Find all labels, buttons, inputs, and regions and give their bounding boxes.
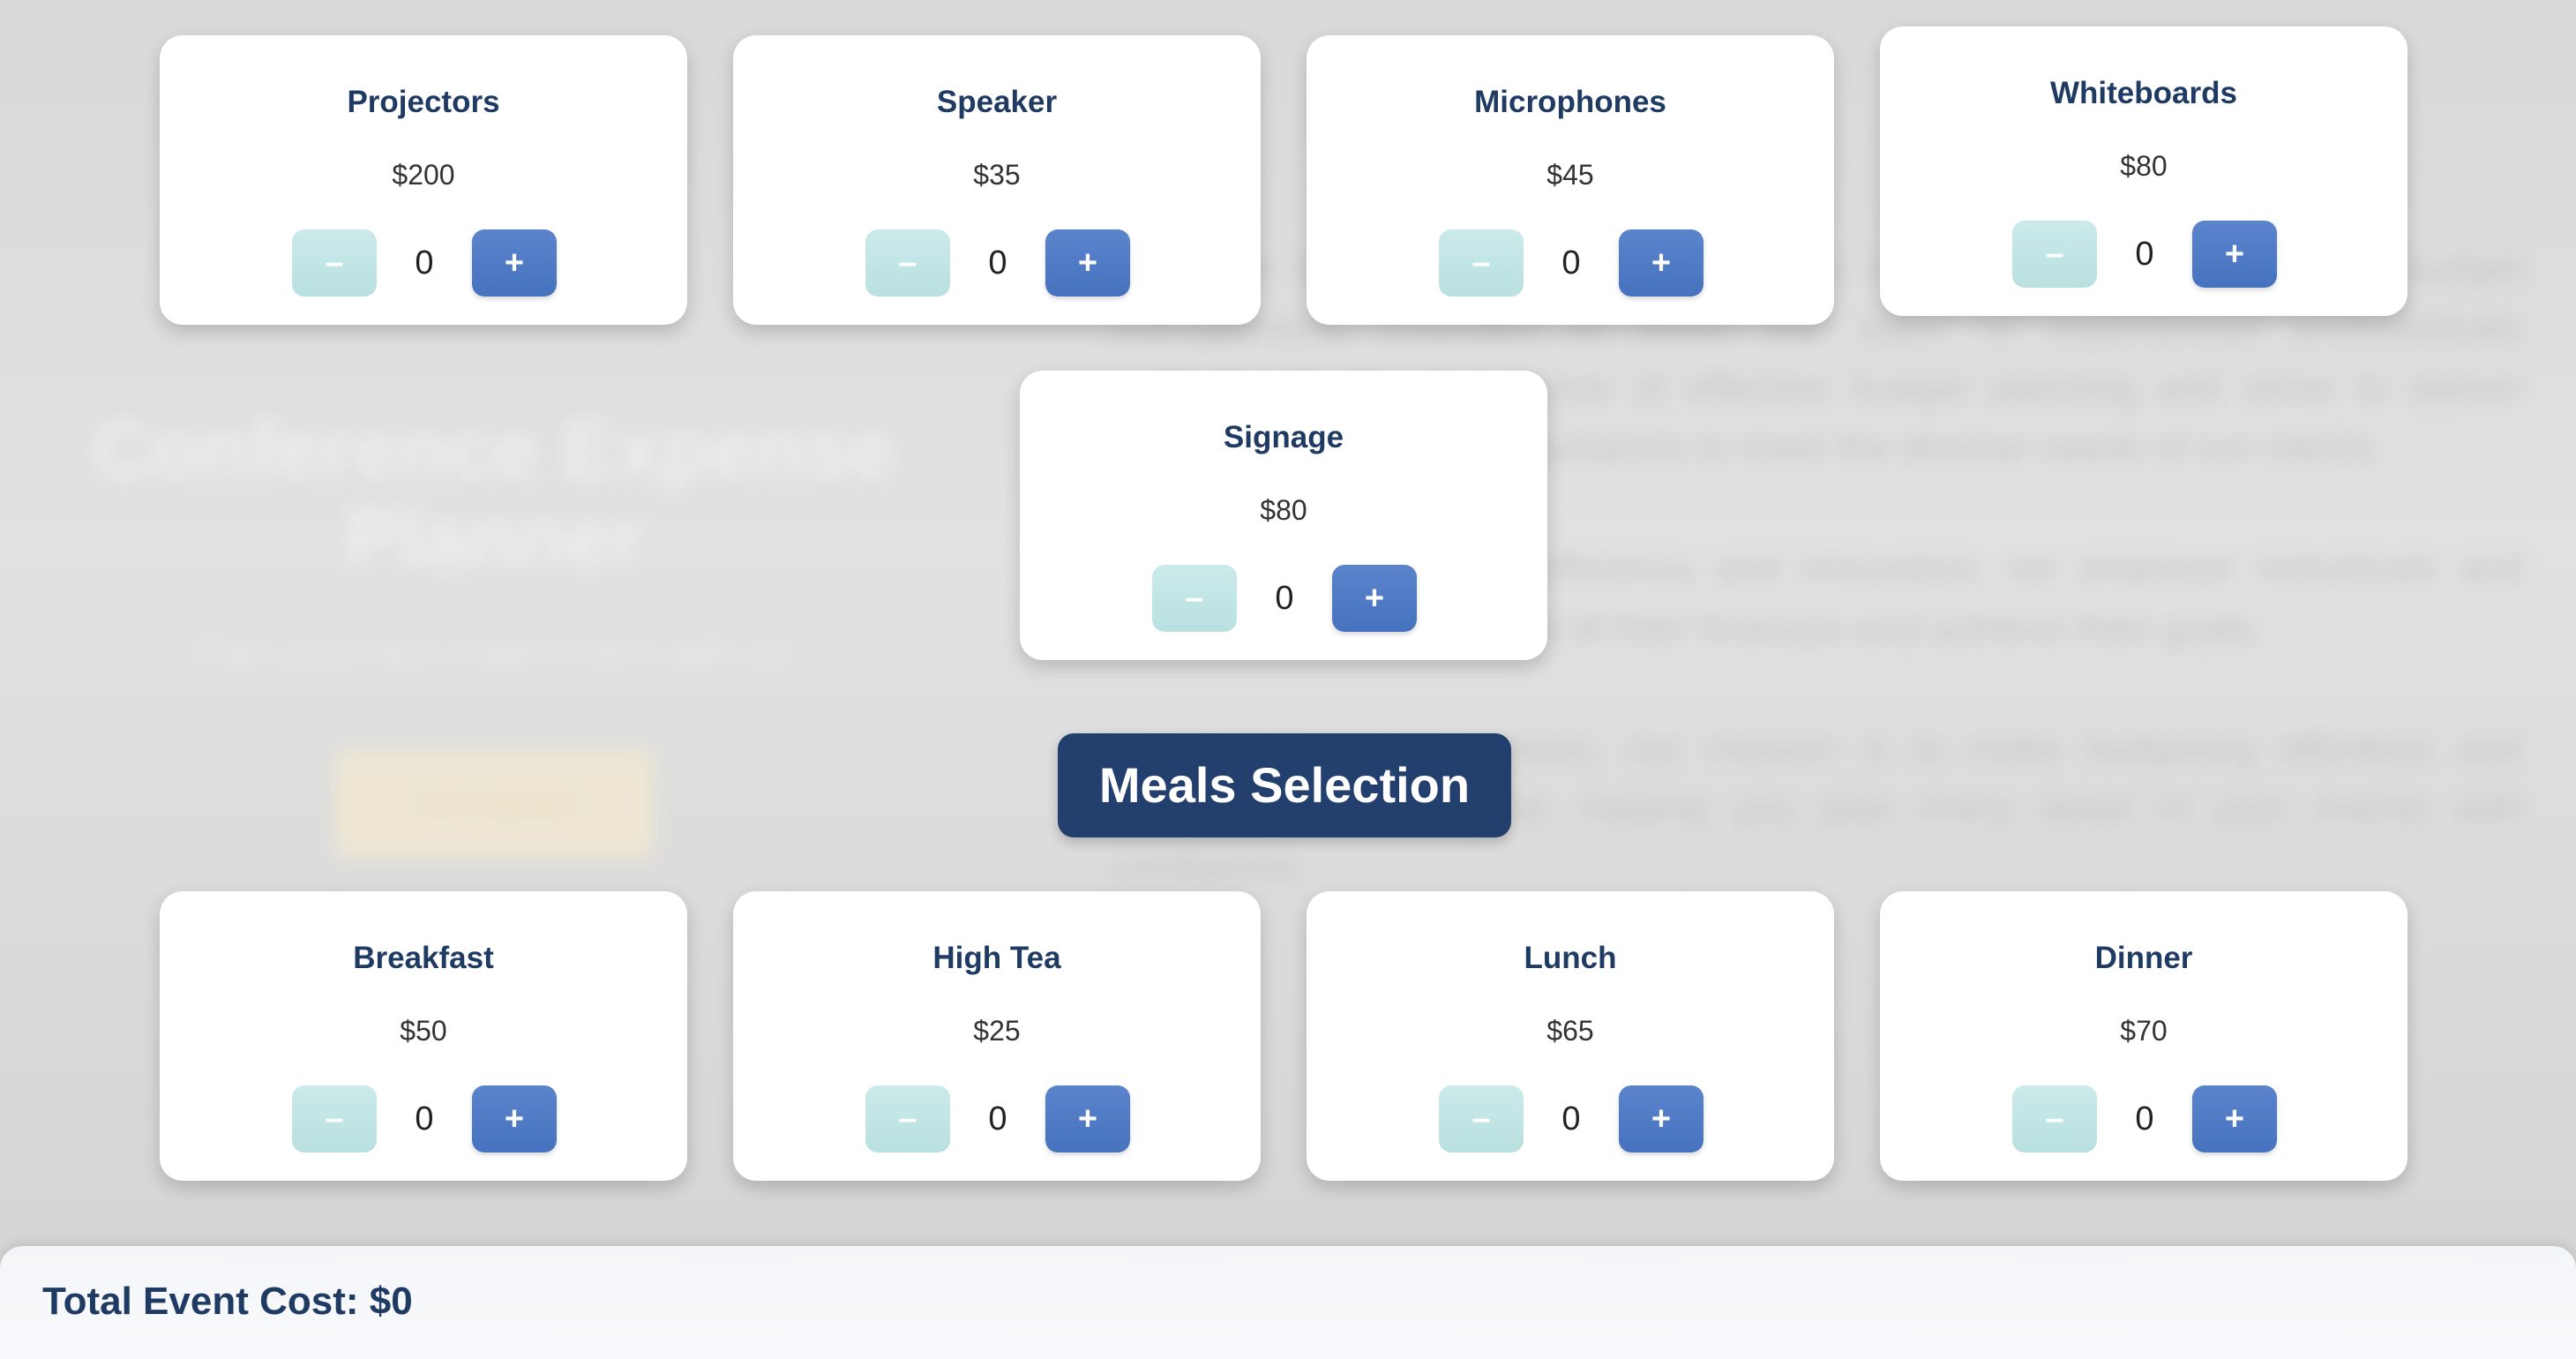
item-name: Microphones	[1474, 85, 1666, 119]
decrement-button[interactable]: –	[292, 1085, 377, 1153]
quantity-stepper: – 0 +	[1020, 565, 1547, 632]
item-price: $25	[973, 1015, 1021, 1047]
increment-button[interactable]: +	[1045, 1085, 1130, 1153]
item-price: $70	[2120, 1015, 2168, 1047]
item-card-signage: Signage $80 – 0 +	[1020, 371, 1547, 660]
item-card-projectors: Projectors $200 – 0 +	[160, 35, 687, 325]
total-cost-bar: Total Event Cost: $0	[0, 1246, 2576, 1359]
item-price: $80	[1260, 494, 1307, 526]
decrement-button[interactable]: –	[865, 1085, 950, 1153]
get-started-button: Get Started	[335, 750, 653, 858]
meals-section-title: Meals Selection	[1058, 733, 1511, 837]
hero-section: Conference Expense Planner Plan your nex…	[71, 406, 917, 858]
hero-title: Conference Expense Planner	[92, 405, 896, 583]
decrement-button[interactable]: –	[1152, 565, 1237, 632]
item-name: Whiteboards	[2050, 76, 2237, 110]
increment-button[interactable]: +	[472, 229, 557, 297]
item-price: $45	[1546, 159, 1594, 191]
item-price: $200	[392, 159, 455, 191]
increment-button[interactable]: +	[472, 1085, 557, 1153]
quantity-value: 0	[988, 244, 1007, 282]
item-name: Breakfast	[353, 941, 494, 975]
item-card-whiteboards: Whiteboards $80 – 0 +	[1880, 26, 2408, 316]
item-card-microphones: Microphones $45 – 0 +	[1307, 35, 1834, 325]
item-price: $65	[1546, 1015, 1594, 1047]
quantity-value: 0	[2135, 1100, 2154, 1138]
increment-button[interactable]: +	[1045, 229, 1130, 297]
decrement-button[interactable]: –	[1439, 229, 1524, 297]
increment-button[interactable]: +	[1332, 565, 1417, 632]
quantity-stepper: – 0 +	[1307, 229, 1834, 297]
item-name: Projectors	[347, 85, 500, 119]
increment-button[interactable]: +	[2192, 221, 2277, 288]
item-name: Speaker	[936, 85, 1058, 119]
decrement-button[interactable]: –	[2012, 1085, 2097, 1153]
item-name: Dinner	[2094, 941, 2193, 975]
item-price: $80	[2120, 150, 2168, 182]
total-cost-text: Total Event Cost: $0	[42, 1280, 413, 1323]
quantity-stepper: – 0 +	[733, 229, 1261, 297]
quantity-stepper: – 0 +	[1880, 1085, 2408, 1153]
quantity-value: 0	[1561, 244, 1581, 282]
decrement-button[interactable]: –	[1439, 1085, 1524, 1153]
quantity-stepper: – 0 +	[160, 1085, 687, 1153]
quantity-stepper: – 0 +	[1880, 221, 2408, 288]
quantity-value: 0	[1561, 1100, 1581, 1138]
decrement-button[interactable]: –	[292, 229, 377, 297]
quantity-stepper: – 0 +	[1307, 1085, 1834, 1153]
decrement-button[interactable]: –	[865, 229, 950, 297]
quantity-value: 0	[1275, 580, 1294, 617]
quantity-stepper: – 0 +	[733, 1085, 1261, 1153]
decrement-button[interactable]: –	[2012, 221, 2097, 288]
quantity-stepper: – 0 +	[160, 229, 687, 297]
meal-card-dinner: Dinner $70 – 0 +	[1880, 891, 2408, 1181]
quantity-value: 0	[988, 1100, 1007, 1138]
item-card-speaker: Speaker $35 – 0 +	[733, 35, 1261, 325]
quantity-value: 0	[415, 244, 434, 282]
quantity-value: 0	[415, 1100, 434, 1138]
meal-card-breakfast: Breakfast $50 – 0 +	[160, 891, 687, 1181]
item-price: $35	[973, 159, 1021, 191]
increment-button[interactable]: +	[1619, 229, 1704, 297]
hero-subtitle: Plan your next major event with us!	[191, 632, 797, 675]
meal-card-high-tea: High Tea $25 – 0 +	[733, 891, 1261, 1181]
increment-button[interactable]: +	[2192, 1085, 2277, 1153]
quantity-value: 0	[2135, 236, 2154, 273]
item-name: Lunch	[1524, 941, 1617, 975]
item-price: $50	[400, 1015, 447, 1047]
meal-card-lunch: Lunch $65 – 0 +	[1307, 891, 1834, 1181]
item-name: Signage	[1223, 420, 1344, 454]
increment-button[interactable]: +	[1619, 1085, 1704, 1153]
item-name: High Tea	[932, 941, 1061, 975]
